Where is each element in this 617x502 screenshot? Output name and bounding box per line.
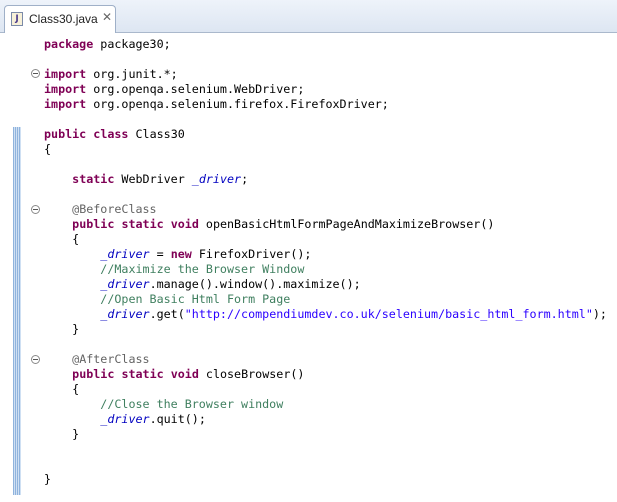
- fold-toggle-icon[interactable]: [31, 355, 40, 364]
- keyword: public: [72, 217, 115, 231]
- field-name: _driver: [191, 172, 242, 186]
- method-call: .manage().window().maximize();: [149, 277, 361, 291]
- import-path: org.openqa.selenium.firefox.FirefoxDrive…: [86, 97, 389, 111]
- brace: {: [72, 232, 80, 246]
- brace: {: [44, 142, 52, 156]
- fold-toggle-icon[interactable]: [31, 205, 40, 214]
- brace: }: [72, 427, 80, 441]
- code-line: {: [44, 232, 79, 247]
- constructor-call: FirefoxDriver();: [191, 247, 312, 261]
- code-line: {: [44, 382, 79, 397]
- keyword: import: [44, 67, 87, 81]
- keyword: new: [170, 247, 192, 261]
- keyword: import: [44, 82, 87, 96]
- method-call: .quit();: [149, 412, 206, 426]
- package-name: package30;: [93, 37, 171, 51]
- comment: //Maximize the Browser Window: [100, 262, 305, 276]
- editor-gutter: [0, 33, 40, 502]
- semicolon: ;: [241, 172, 249, 186]
- code-line: @AfterClass: [44, 352, 150, 367]
- class-name: Class30: [128, 127, 185, 141]
- code-line: import org.openqa.selenium.firefox.Firef…: [44, 97, 389, 112]
- editor-tab-bar: J Class30.java ✕: [0, 0, 617, 33]
- code-line: }: [44, 322, 79, 337]
- code-line: _driver.quit();: [44, 412, 206, 427]
- brace: }: [72, 322, 80, 336]
- semicolon: );: [592, 307, 607, 321]
- keyword: static: [121, 217, 164, 231]
- keyword: public: [72, 367, 115, 381]
- code-line: public static void openBasicHtmlFormPage…: [44, 217, 494, 232]
- code-line: package package30;: [44, 37, 171, 52]
- import-path: org.openqa.selenium.WebDriver;: [86, 82, 305, 96]
- code-line: _driver.get("http://compendiumdev.co.uk/…: [44, 307, 607, 322]
- brace: {: [72, 382, 80, 396]
- comment: //Open Basic Html Form Page: [100, 292, 291, 306]
- brace: }: [44, 472, 52, 486]
- code-line: public static void closeBrowser(): [44, 367, 304, 382]
- close-icon[interactable]: ✕: [102, 10, 112, 24]
- string-literal: "http://compendiumdev.co.uk/selenium/bas…: [184, 307, 593, 321]
- method-signature: openBasicHtmlFormPageAndMaximizeBrowser(…: [198, 217, 495, 231]
- code-line: //Close the Browser window: [44, 397, 283, 412]
- code-line: }: [44, 472, 51, 487]
- code-line: public class Class30: [44, 127, 185, 142]
- field-name: _driver: [100, 307, 150, 321]
- change-ruler-bar: [13, 127, 21, 495]
- tab-filename: Class30.java: [29, 12, 98, 26]
- type-name: WebDriver: [114, 172, 192, 186]
- fold-toggle-icon[interactable]: [31, 69, 40, 78]
- code-line: @BeforeClass: [44, 202, 157, 217]
- method-signature: closeBrowser(): [198, 367, 305, 381]
- comment: //Close the Browser window: [100, 397, 284, 411]
- method-call: .get(: [149, 307, 185, 321]
- code-line: //Maximize the Browser Window: [44, 262, 304, 277]
- java-file-icon: J: [11, 12, 23, 26]
- code-line: _driver.manage().window().maximize();: [44, 277, 361, 292]
- keyword: import: [44, 97, 87, 111]
- operator: =: [149, 247, 171, 261]
- keyword: package: [44, 37, 94, 51]
- annotation: @BeforeClass: [72, 202, 157, 216]
- field-name: _driver: [100, 412, 150, 426]
- code-line: {: [44, 142, 51, 157]
- keyword: class: [93, 127, 129, 141]
- field-name: _driver: [100, 277, 150, 291]
- code-line: _driver = new FirefoxDriver();: [44, 247, 311, 262]
- keyword: public: [44, 127, 87, 141]
- code-line: import org.openqa.selenium.WebDriver;: [44, 82, 304, 97]
- code-line: //Open Basic Html Form Page: [44, 292, 290, 307]
- code-line: import org.junit.*;: [44, 67, 178, 82]
- import-path: org.junit.*;: [86, 67, 178, 81]
- keyword: static: [72, 172, 115, 186]
- code-line: }: [44, 427, 79, 442]
- keyword: void: [170, 367, 199, 381]
- keyword: void: [170, 217, 199, 231]
- keyword: static: [121, 367, 164, 381]
- annotation: @AfterClass: [72, 352, 150, 366]
- tab-class30-java[interactable]: J Class30.java ✕: [4, 5, 116, 33]
- field-name: _driver: [100, 247, 150, 261]
- code-line: static WebDriver _driver;: [44, 172, 248, 187]
